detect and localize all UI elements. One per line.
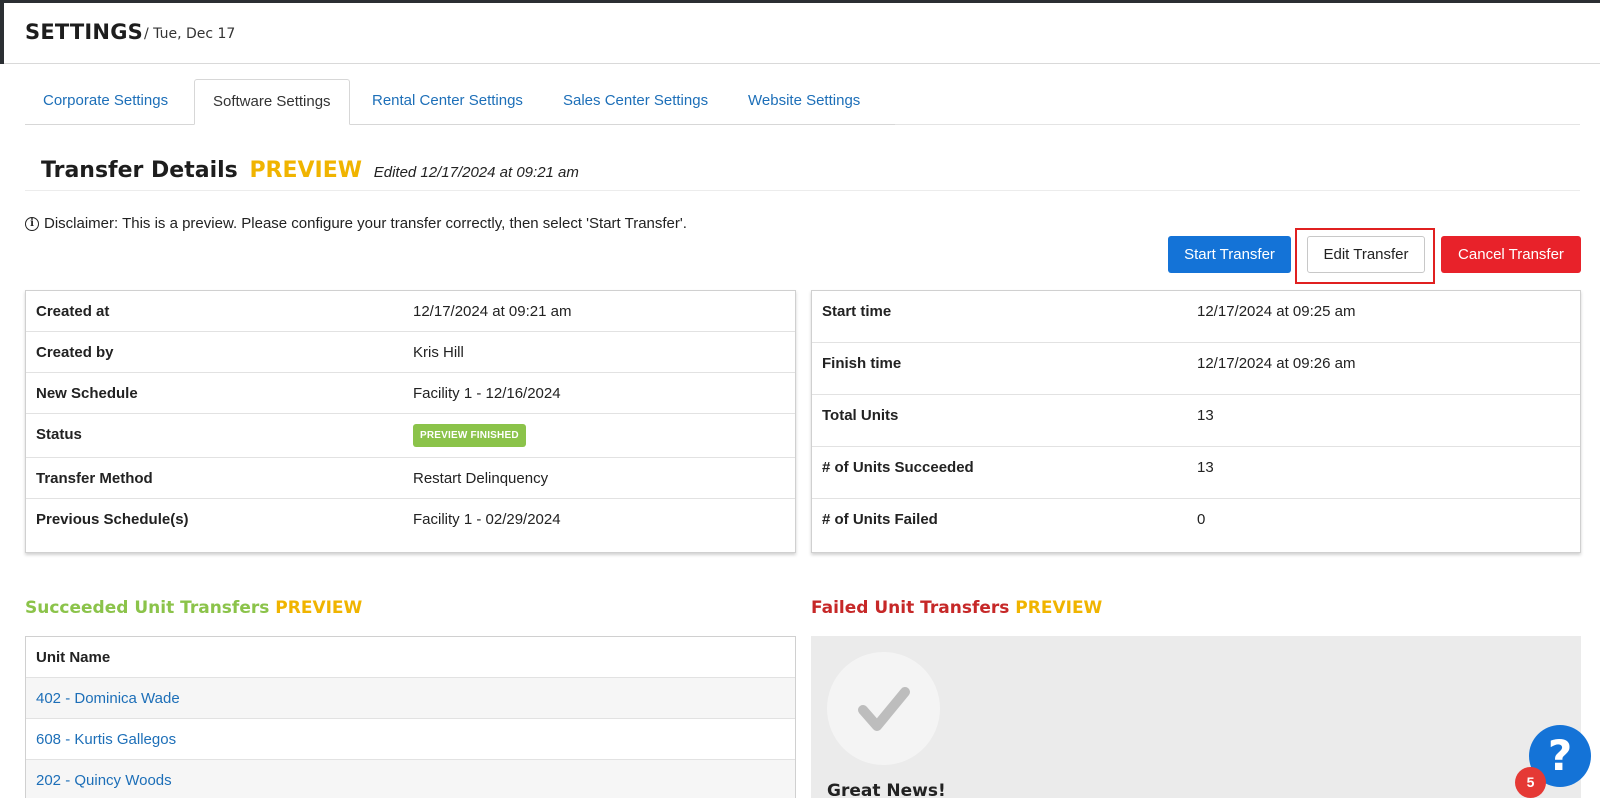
unit-link[interactable]: 608 - Kurtis Gallegos [36,731,176,748]
unit-link[interactable]: 402 - Dominica Wade [36,690,180,707]
stat-row-start-time: Start time 12/17/2024 at 09:25 am [812,291,1580,343]
stat-value: 12/17/2024 at 09:25 am [1197,303,1356,320]
previous-schedule-link[interactable]: Facility 1 - 02/29/2024 [413,511,561,528]
disclaimer-text: Disclaimer: This is a preview. Please co… [44,215,687,232]
succeeded-title-text: Succeeded Unit Transfers [25,598,270,618]
edited-timestamp: Edited 12/17/2024 at 09:21 am [373,164,579,181]
status-cell: PREVIEW FINISHED [413,424,526,447]
transfer-info-card: Created at 12/17/2024 at 09:21 am Create… [25,290,796,553]
tab-corporate-settings[interactable]: Corporate Settings [25,79,186,125]
detail-key: Previous Schedule(s) [36,511,189,528]
page-date: / Tue, Dec 17 [144,26,236,42]
stat-value: 12/17/2024 at 09:26 am [1197,355,1356,372]
detail-key: New Schedule [36,385,138,402]
page-header: SETTINGS / Tue, Dec 17 [4,3,1600,64]
detail-value: Restart Delinquency [413,470,549,487]
detail-row-status: Status PREVIEW FINISHED [26,414,795,458]
start-transfer-button[interactable]: Start Transfer [1168,236,1291,273]
detail-key: Created at [36,303,110,320]
stat-value: 13 [1197,459,1214,476]
detail-key: Transfer Method [36,470,153,487]
stat-row-units-failed: # of Units Failed 0 [812,499,1580,551]
table-row: 402 - Dominica Wade [26,678,795,719]
transfer-details-title: Transfer Details PREVIEW Edited 12/17/20… [41,158,579,183]
info-icon: i [25,216,39,231]
table-header: Unit Name [26,637,795,678]
table-row: 608 - Kurtis Gallegos [26,719,795,760]
stat-row-finish-time: Finish time 12/17/2024 at 09:26 am [812,343,1580,395]
succeeded-transfers-title: Succeeded Unit Transfers PREVIEW [25,598,362,618]
unit-link[interactable]: 202 - Quincy Woods [36,772,172,789]
detail-row-previous-schedule: Previous Schedule(s) Facility 1 - 02/29/… [26,499,795,540]
settings-tabs: Corporate Settings Software Settings Ren… [25,79,1580,125]
question-icon: ? [1547,731,1573,780]
succeeded-preview-label: PREVIEW [275,598,363,618]
great-news-text: Great News! [827,781,946,798]
stat-key: # of Units Succeeded [822,459,974,476]
stat-row-total-units: Total Units 13 [812,395,1580,447]
detail-row-created-by: Created by Kris Hill [26,332,795,373]
failed-preview-label: PREVIEW [1015,598,1103,618]
status-badge: PREVIEW FINISHED [413,424,526,447]
succeeded-units-table: Unit Name 402 - Dominica Wade 608 - Kurt… [25,636,796,798]
tab-sales-center-settings[interactable]: Sales Center Settings [545,79,726,125]
failed-title-text: Failed Unit Transfers [811,598,1010,618]
tab-software-settings[interactable]: Software Settings [194,79,350,125]
title-divider [25,190,1580,191]
stat-key: Total Units [822,407,899,424]
transfer-title-text: Transfer Details [41,158,238,183]
checkmark-circle [827,652,940,765]
detail-key: Created by [36,344,114,361]
detail-row-created-at: Created at 12/17/2024 at 09:21 am [26,291,795,332]
detail-value: Kris Hill [413,344,464,361]
detail-value: 12/17/2024 at 09:21 am [413,303,572,320]
tab-rental-center-settings[interactable]: Rental Center Settings [354,79,541,125]
new-schedule-link[interactable]: Facility 1 - 12/16/2024 [413,385,561,402]
failed-units-panel: Great News! [811,636,1581,798]
disclaimer: i Disclaimer: This is a preview. Please … [25,215,687,232]
preview-label: PREVIEW [249,158,363,183]
notification-badge[interactable]: 5 [1515,767,1546,798]
column-header-unit-name: Unit Name [36,649,111,666]
stat-key: # of Units Failed [822,511,938,528]
stat-value: 0 [1197,511,1206,528]
stat-value: 13 [1197,407,1214,424]
checkmark-icon [858,687,910,731]
detail-row-new-schedule: New Schedule Facility 1 - 12/16/2024 [26,373,795,414]
transfer-stats-card: Start time 12/17/2024 at 09:25 am Finish… [811,290,1581,553]
tab-website-settings[interactable]: Website Settings [730,79,878,125]
detail-key: Status [36,426,82,443]
detail-row-transfer-method: Transfer Method Restart Delinquency [26,458,795,499]
stat-key: Start time [822,303,892,320]
cancel-transfer-button[interactable]: Cancel Transfer [1441,236,1581,273]
stat-row-units-succeeded: # of Units Succeeded 13 [812,447,1580,499]
page-title: SETTINGS [25,20,143,44]
edit-transfer-button[interactable]: Edit Transfer [1307,236,1425,273]
failed-transfers-title: Failed Unit Transfers PREVIEW [811,598,1102,618]
table-row: 202 - Quincy Woods [26,760,795,798]
stat-key: Finish time [822,355,902,372]
